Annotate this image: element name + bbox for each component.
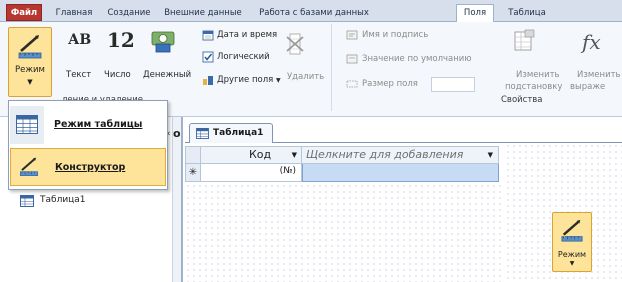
column-sort-dropdown-icon[interactable]: ▼ (292, 151, 297, 159)
design-ruler-icon (20, 157, 38, 176)
design-ruler-icon (561, 219, 583, 242)
tab-table[interactable]: Таблица (502, 5, 552, 22)
name-caption-button[interactable]: Имя и подпись (362, 30, 428, 40)
delete-column-icon (286, 33, 304, 55)
modify-lookups-line1[interactable]: Изменить (516, 70, 560, 80)
modify-expression-line2[interactable]: выраже (570, 82, 605, 92)
nav-item-table1[interactable]: Таблица1 (14, 195, 164, 209)
number-field-button[interactable]: Число (104, 70, 131, 80)
field-size-label: Размер поля (362, 79, 418, 89)
nav-partial-letter: о (173, 127, 181, 140)
nav-pane-scroll-strip: о (172, 117, 181, 282)
datasheet-icon (16, 115, 38, 134)
column-header-id[interactable]: Код ▼ (201, 146, 302, 164)
table-icon (20, 195, 34, 207)
column-header-add-label: Щелкните для добавления (306, 148, 464, 161)
name-caption-icon (346, 30, 358, 40)
table-icon (196, 128, 209, 139)
calendar-icon (202, 30, 214, 41)
select-all-cell[interactable] (185, 146, 201, 164)
new-record-id-value: (№) (279, 166, 296, 176)
tab-fields[interactable]: Поля (456, 4, 494, 23)
field-size-input[interactable] (431, 77, 475, 92)
text-field-icon: АВ (68, 32, 92, 48)
chevron-down-icon: ▼ (276, 77, 281, 84)
tab-home[interactable]: Главная (52, 5, 96, 22)
properties-group-label: Свойства (501, 95, 543, 105)
document-tab-bar: Таблица1 (185, 117, 622, 143)
tab-create[interactable]: Создание (103, 5, 155, 22)
modify-expression-line1[interactable]: Изменить (577, 70, 621, 80)
view-mode-dropdown: Режим таблицы Конструктор (8, 100, 168, 190)
text-field-button[interactable]: Текст (66, 70, 91, 80)
column-header-row: Код ▼ Щелкните для добавления ▼ (185, 146, 505, 164)
menu-item-design-label: Конструктор (55, 162, 126, 173)
group-separator (331, 24, 332, 111)
floating-view-mode-button[interactable]: Режим ▼ (552, 212, 592, 272)
field-size-icon (346, 80, 358, 88)
view-mode-button[interactable]: Режим ▼ (8, 27, 52, 97)
modify-lookups-icon (514, 29, 535, 51)
column-header-add-field[interactable]: Щелкните для добавления ▼ (302, 146, 499, 164)
menu-item-datasheet-view[interactable]: Режим таблицы (10, 106, 166, 144)
default-value-button[interactable]: Значение по умолчанию (362, 54, 471, 64)
fx-icon: fx (582, 30, 601, 54)
menu-item-design-view[interactable]: Конструктор (10, 148, 166, 186)
delete-field-button[interactable]: Удалить (287, 72, 324, 82)
document-tab-title: Таблица1 (213, 128, 264, 138)
checkbox-icon (202, 51, 214, 63)
yes-no-button[interactable]: Логический (217, 52, 270, 62)
document-tab-table1[interactable]: Таблица1 (189, 123, 273, 143)
chevron-down-icon: ▼ (569, 260, 575, 267)
new-record-selector[interactable]: ✳ (185, 164, 201, 182)
grid-empty-rows (185, 183, 505, 282)
more-fields-icon (203, 76, 213, 85)
more-fields-label: Другие поля (217, 75, 274, 85)
chevron-down-icon: ▼ (27, 78, 33, 86)
menu-item-datasheet-label: Режим таблицы (54, 119, 143, 130)
design-ruler-icon (18, 35, 42, 59)
new-record-id-cell[interactable]: (№) (201, 164, 302, 182)
new-record-row: ✳ (№) (185, 164, 505, 182)
modify-lookups-line2[interactable]: подстановку (505, 82, 562, 92)
currency-field-button[interactable]: Денежный (143, 70, 191, 80)
date-time-button[interactable]: Дата и время (217, 30, 277, 40)
number-field-icon: 12 (107, 28, 135, 52)
column-header-id-label: Код (249, 148, 272, 161)
nav-item-table1-label: Таблица1 (40, 195, 86, 205)
view-mode-label: Режим (15, 65, 45, 75)
default-value-icon (346, 54, 358, 64)
new-record-add-cell[interactable] (302, 164, 499, 182)
more-fields-button[interactable]: Другие поля ▼ (217, 75, 281, 85)
ribbon-tab-bar: Файл Главная Создание Внешние данные Раб… (0, 0, 622, 23)
tab-database-tools[interactable]: Работа с базами данных (250, 5, 378, 22)
currency-icon (151, 31, 175, 53)
tab-external-data[interactable]: Внешние данные (163, 5, 243, 22)
add-field-dropdown-icon[interactable]: ▼ (488, 151, 493, 159)
tab-file[interactable]: Файл (6, 4, 42, 21)
floating-view-mode-label: Режим (557, 250, 587, 259)
